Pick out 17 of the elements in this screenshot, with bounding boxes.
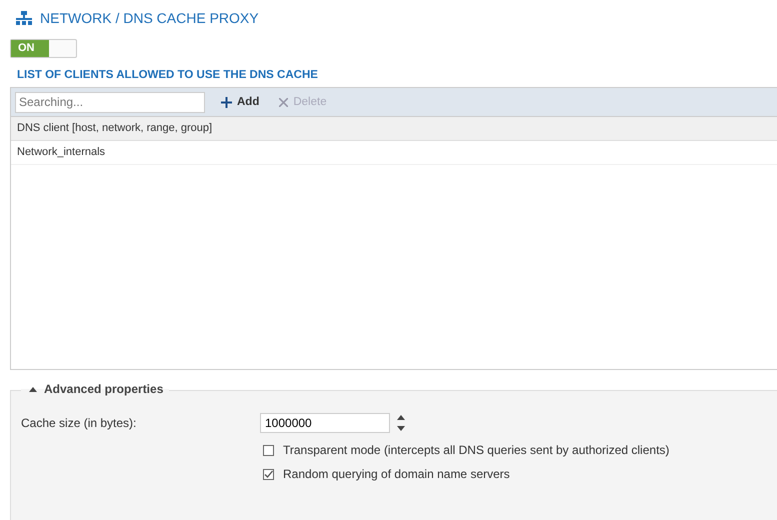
table-cell: Network_internals — [17, 146, 106, 158]
page-title: NETWORK / DNS CACHE PROXY — [40, 10, 259, 26]
section-title: LIST OF CLIENTS ALLOWED TO USE THE DNS CACHE — [17, 69, 319, 81]
add-button[interactable]: Add — [217, 96, 264, 108]
close-icon — [279, 98, 288, 106]
column-header: DNS client [host, network, range, group] — [17, 122, 212, 134]
advanced-properties-toggle[interactable]: Advanced properties — [21, 382, 170, 396]
plus-icon — [221, 96, 232, 108]
field-label: Cache size (in bytes): — [21, 416, 138, 430]
checkbox[interactable] — [263, 468, 274, 480]
checkbox[interactable] — [263, 444, 274, 456]
checkbox-label: Transparent mode (intercepts all DNS queries sent by authorized clients) — [283, 443, 670, 457]
search-field[interactable]: Searching... — [15, 92, 205, 112]
cache-size-field[interactable]: 1000000 — [260, 413, 390, 433]
network-icon — [16, 11, 32, 25]
spinner-icon[interactable] — [397, 414, 405, 432]
checkbox-label: Random querying of domain name servers — [283, 467, 510, 481]
